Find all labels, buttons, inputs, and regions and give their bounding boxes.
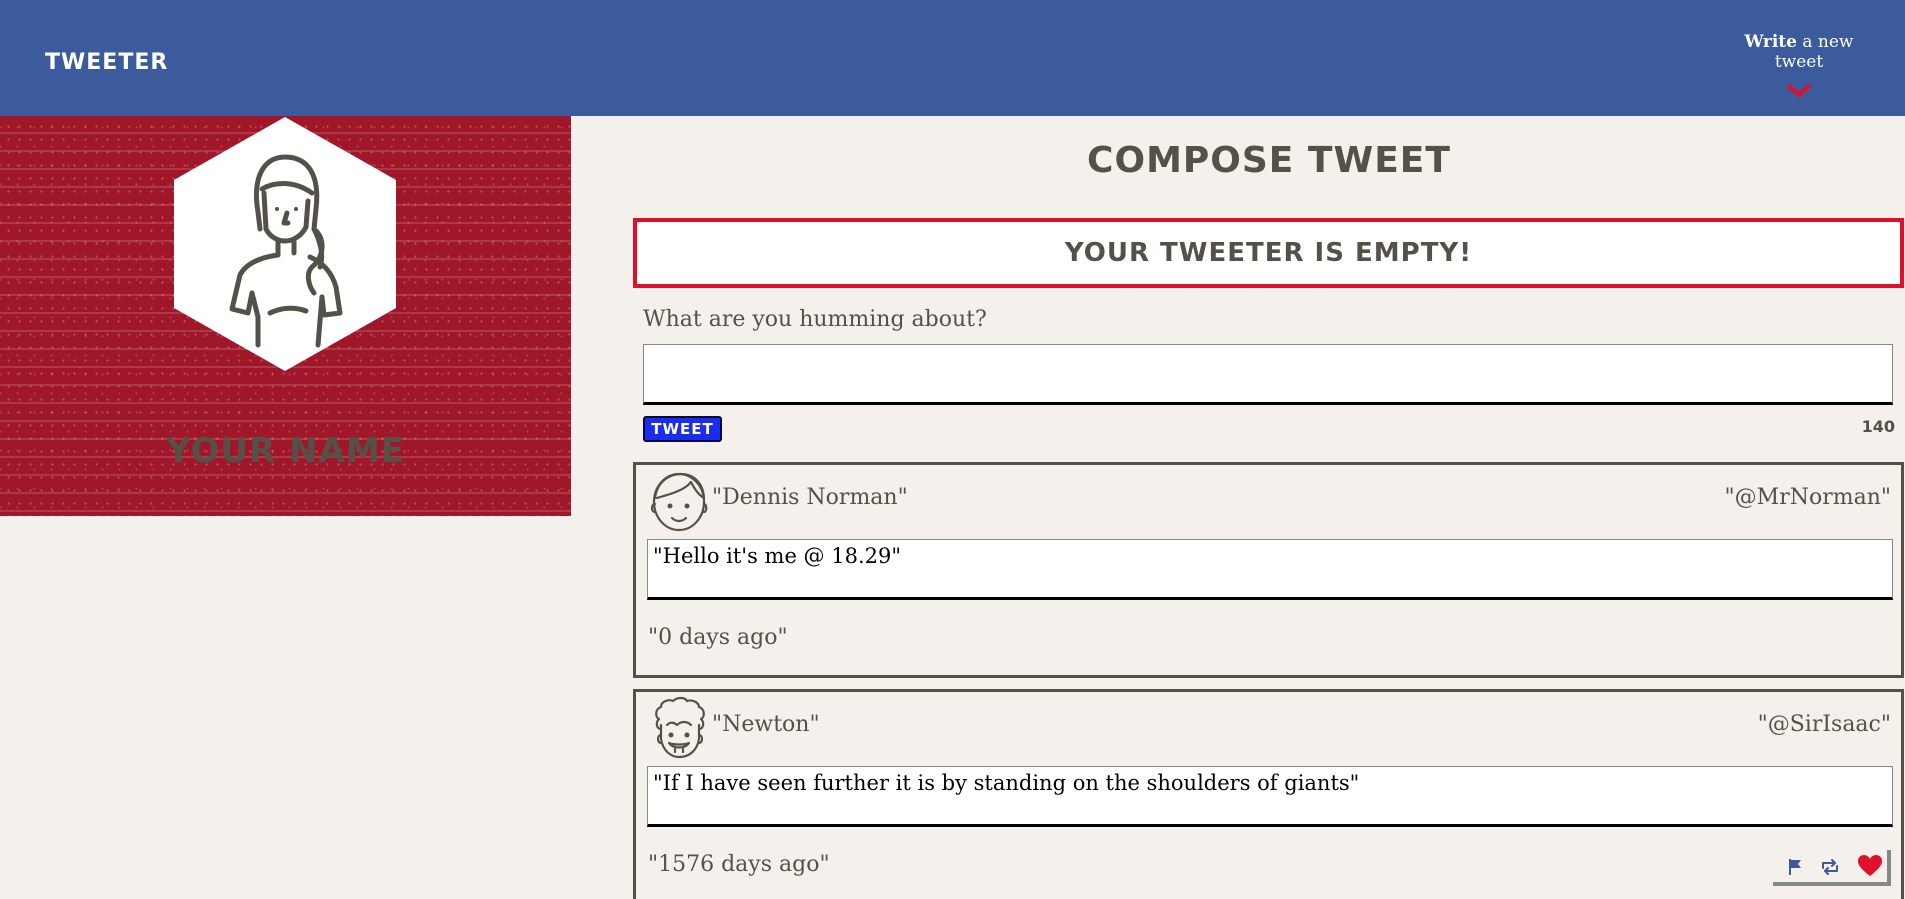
flag-icon[interactable]	[1785, 856, 1807, 878]
profile-avatar-icon	[174, 117, 396, 371]
user-avatar-icon	[650, 472, 708, 532]
write-new-tweet-toggle[interactable]: Write a new tweet	[1729, 32, 1869, 100]
tweet-card: "Dennis Norman" "@MrNorman" "0 days ago"	[633, 462, 1904, 678]
compose-title: COMPOSE TWEET	[1087, 140, 1451, 181]
tweet-date: "0 days ago"	[648, 625, 788, 650]
tweet-content[interactable]	[647, 766, 1893, 827]
character-counter: 140	[1861, 417, 1895, 436]
tweet-date: "1576 days ago"	[648, 852, 830, 877]
user-avatar-icon	[655, 696, 705, 759]
tweet-button[interactable]: TWEET	[643, 416, 722, 442]
empty-error-message: YOUR TWEETER IS EMPTY!	[633, 218, 1904, 288]
tweet-content[interactable]	[647, 539, 1893, 600]
tweet-card: "Newton" "@SirIsaac" "1576 days ago"	[633, 689, 1904, 899]
logo[interactable]: TWEETER	[45, 50, 168, 75]
retweet-icon[interactable]	[1819, 856, 1841, 878]
compose-tweet-input[interactable]	[643, 344, 1893, 405]
write-bold-label: Write	[1744, 32, 1797, 52]
tweet-actions	[1773, 850, 1891, 886]
profile-name: YOUR NAME	[166, 431, 405, 471]
heart-icon[interactable]	[1857, 854, 1883, 878]
tweet-author-handle: "@SirIsaac"	[1757, 712, 1891, 737]
top-nav: TWEETER Write a new tweet	[0, 0, 1905, 116]
profile-panel: YOUR NAME	[0, 116, 571, 516]
chevron-down-icon[interactable]	[1785, 82, 1813, 100]
tweet-author-name: "Dennis Norman"	[712, 485, 908, 510]
tweet-author-handle: "@MrNorman"	[1724, 485, 1891, 510]
tweet-author-name: "Newton"	[712, 712, 820, 737]
compose-label: What are you humming about?	[643, 307, 987, 332]
